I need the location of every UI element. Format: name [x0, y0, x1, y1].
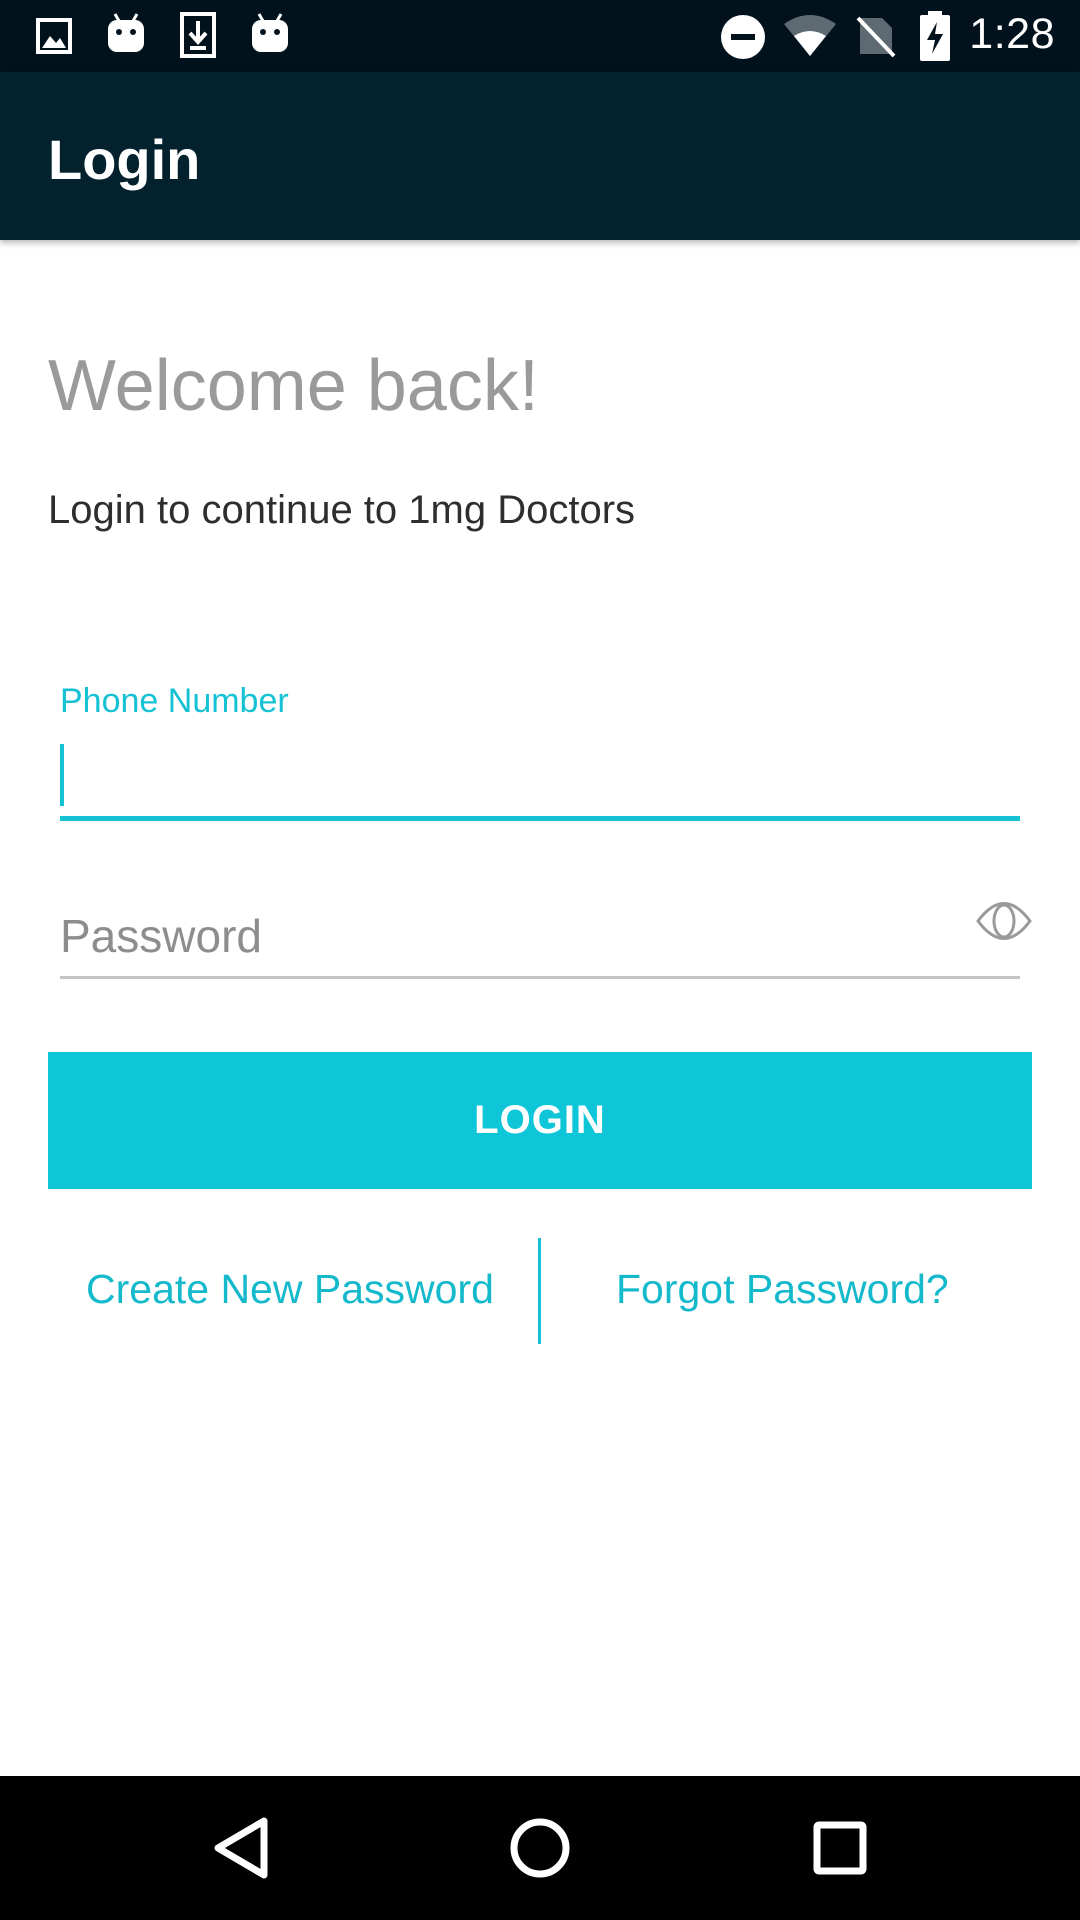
login-subtitle: Login to continue to 1mg Doctors — [48, 488, 636, 532]
password-underline — [60, 976, 1020, 979]
text-cursor — [60, 744, 64, 806]
android-icon — [106, 12, 146, 59]
phone-number-underline — [60, 816, 1020, 821]
android-icon — [250, 12, 290, 59]
wifi-icon — [782, 14, 838, 63]
password-input[interactable] — [60, 896, 960, 976]
forgot-password-link[interactable]: Forgot Password? — [616, 1266, 949, 1313]
status-time: 1:28 — [969, 10, 1055, 58]
navigation-bar — [0, 1776, 1080, 1920]
phone-number-input[interactable] — [60, 740, 1020, 818]
no-sim-icon — [856, 14, 896, 63]
home-icon[interactable] — [460, 1776, 620, 1920]
welcome-heading: Welcome back! — [48, 346, 539, 426]
do-not-disturb-icon — [720, 14, 766, 65]
phone-number-label: Phone Number — [60, 682, 289, 720]
status-bar: 1:28 — [0, 0, 1080, 72]
recents-icon[interactable] — [760, 1776, 920, 1920]
login-button[interactable]: LOGIN — [48, 1052, 1032, 1189]
show-password-eye-icon[interactable] — [976, 892, 1032, 950]
app-bar: Login — [0, 72, 1080, 240]
image-icon — [36, 18, 72, 59]
create-new-password-link[interactable]: Create New Password — [86, 1266, 494, 1313]
page-title: Login — [48, 128, 201, 191]
download-icon — [180, 12, 216, 63]
battery-charging-icon — [918, 10, 952, 67]
back-icon[interactable] — [162, 1776, 322, 1920]
links-divider — [538, 1238, 541, 1344]
